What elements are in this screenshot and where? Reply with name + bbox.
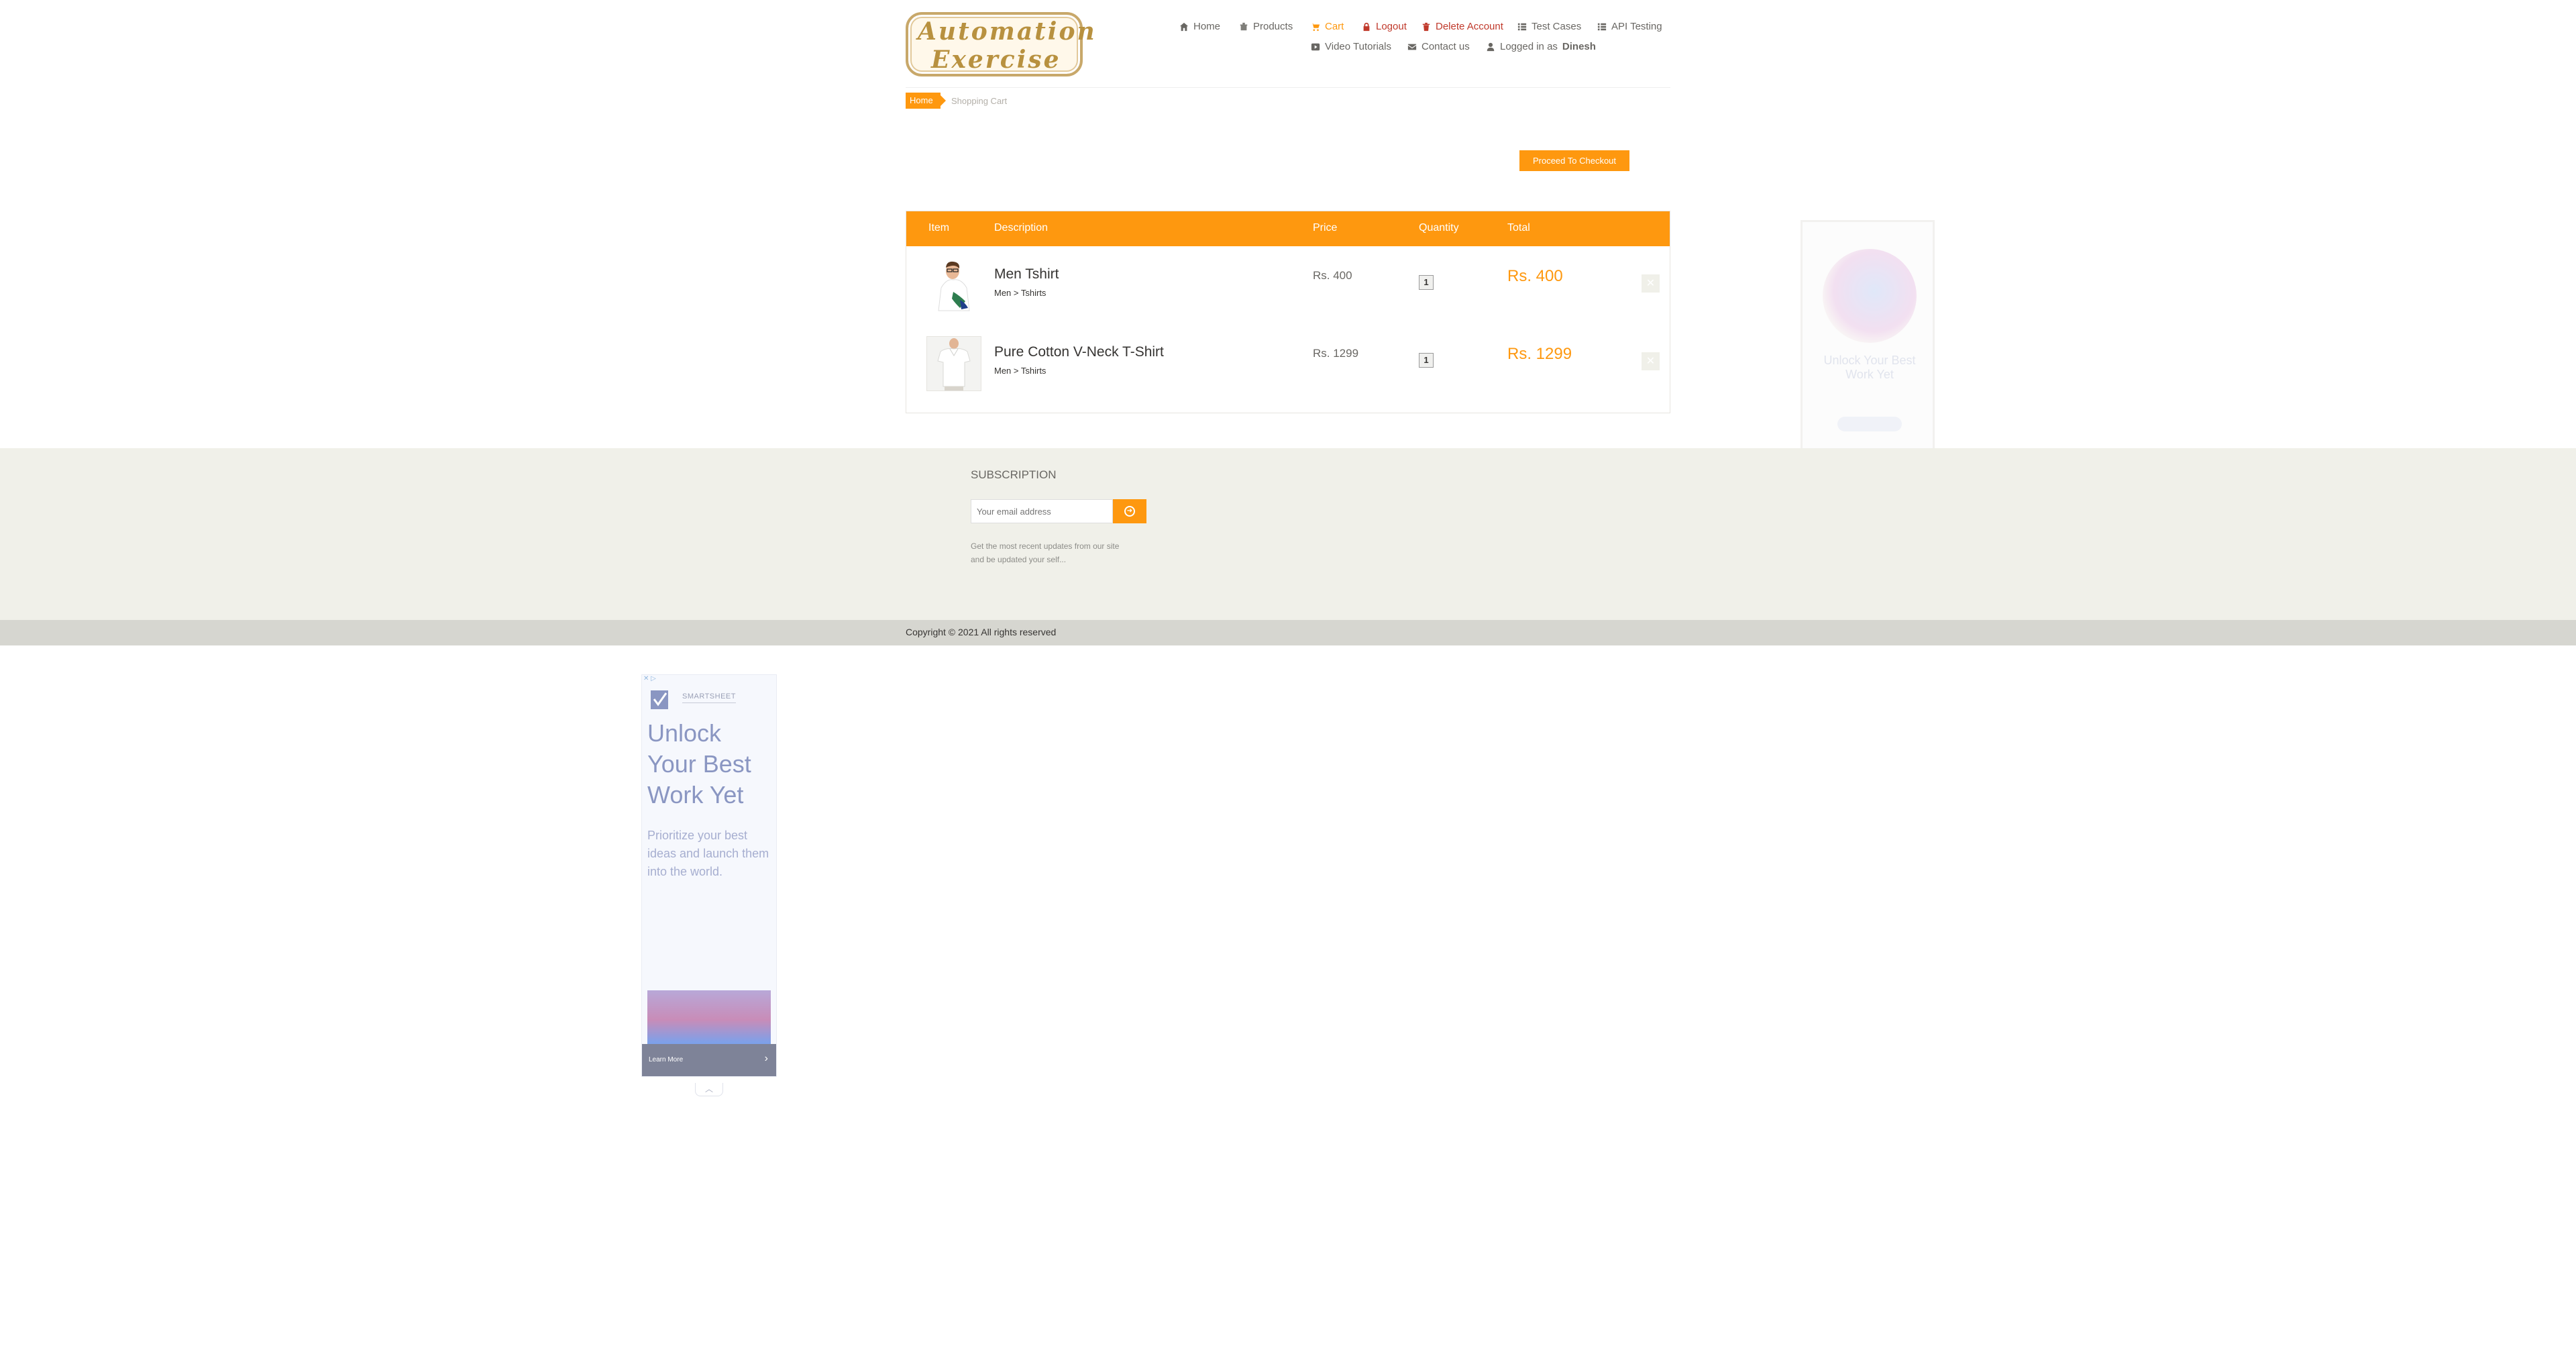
- ad-brand: SMARTSHEET: [682, 692, 736, 703]
- home-icon: [1179, 22, 1189, 31]
- nav-delete-account-label: Delete Account: [1436, 21, 1503, 32]
- header-divider: [906, 87, 1670, 88]
- copyright-text: Copyright © 2021 All rights reserved: [906, 627, 1057, 637]
- nav-test-cases-label: Test Cases: [1532, 21, 1582, 32]
- products-icon: [1240, 22, 1248, 30]
- product-name[interactable]: Pure Cotton V-Neck T-Shirt: [994, 344, 1164, 360]
- cart-table: Item Description Price Quantity Total Me…: [906, 211, 1670, 413]
- product-name[interactable]: Men Tshirt: [994, 266, 1059, 282]
- product-quantity: 1: [1419, 353, 1434, 368]
- cart-icon: [1311, 23, 1320, 31]
- nav-products-label: Products: [1253, 21, 1293, 32]
- nav-home-label: Home: [1193, 21, 1221, 32]
- nav-cart-label: Cart: [1325, 21, 1344, 32]
- cart-row: Pure Cotton V-Neck T-Shirt Men > Tshirts…: [906, 324, 1670, 402]
- nav-video-tutorials[interactable]: Video Tutorials: [1311, 41, 1391, 52]
- nav-api-testing[interactable]: API Testing: [1597, 21, 1662, 32]
- bottom-ad[interactable]: ✕ ▷ SMARTSHEET Unlock Your Best Work Yet…: [641, 674, 777, 1077]
- product-image[interactable]: [926, 336, 981, 391]
- ad-choices-icon[interactable]: ✕ ▷: [643, 675, 656, 682]
- chevron-right-icon: ›: [764, 1053, 768, 1064]
- header-item: Item: [928, 222, 950, 233]
- product-image[interactable]: [926, 258, 981, 313]
- subscription-email-input[interactable]: [971, 499, 1113, 523]
- nav-contact-us-label: Contact us: [1421, 41, 1470, 52]
- logo-line-1: Automation: [918, 17, 1097, 46]
- envelope-icon: [1407, 44, 1417, 50]
- nav-delete-account[interactable]: Delete Account: [1421, 21, 1503, 32]
- nav-contact-us[interactable]: Contact us: [1407, 41, 1470, 52]
- nav-logout[interactable]: Logout: [1362, 21, 1407, 32]
- breadcrumb-home[interactable]: Home: [906, 93, 946, 109]
- smartsheet-logo-icon: [651, 690, 668, 709]
- close-icon: ✕: [1646, 356, 1656, 367]
- lock-icon: [1363, 22, 1370, 31]
- nav-test-cases[interactable]: Test Cases: [1517, 21, 1581, 32]
- delete-item-button[interactable]: ✕: [1642, 274, 1660, 293]
- ad-cta-label: Learn More: [649, 1056, 684, 1063]
- side-ad-headline: Unlock Your Best Work Yet: [1823, 354, 1916, 381]
- ad-learn-more-button[interactable]: Learn More ›: [642, 1044, 776, 1076]
- logged-in-status: Logged in as Dinesh: [1486, 41, 1596, 52]
- trash-icon: [1422, 22, 1430, 31]
- subscribe-button[interactable]: ➜: [1113, 499, 1146, 523]
- logged-in-label: Logged in as: [1500, 41, 1558, 52]
- product-category: Men > Tshirts: [994, 288, 1046, 298]
- footer-widget: SUBSCRIPTION ➜ Get the most recent updat…: [0, 448, 2576, 620]
- product-total: Rs. 1299: [1507, 345, 1572, 363]
- list-icon: [1597, 23, 1607, 30]
- header-quantity: Quantity: [1419, 222, 1459, 233]
- site-logo[interactable]: Automation Exercise: [906, 12, 1095, 76]
- logo-line-2: Exercise: [931, 46, 1061, 74]
- header-total: Total: [1507, 222, 1530, 233]
- chevron-up-icon: ︿: [704, 1084, 713, 1094]
- ad-collapse-button[interactable]: ︿: [695, 1083, 723, 1096]
- header-price: Price: [1313, 222, 1338, 233]
- footer-bottom: Copyright © 2021 All rights reserved: [0, 620, 2576, 645]
- ad-illustration: [1823, 249, 1917, 343]
- product-price: Rs. 400: [1313, 269, 1352, 282]
- arrow-circle-right-icon: ➜: [1124, 506, 1135, 517]
- ad-headline: Unlock Your Best Work Yet: [647, 719, 751, 809]
- cart-row: Men Tshirt Men > Tshirts Rs. 400 1 Rs. 4…: [906, 246, 1670, 324]
- subscription-title: SUBSCRIPTION: [971, 468, 1057, 481]
- product-price: Rs. 1299: [1313, 347, 1359, 360]
- product-total: Rs. 400: [1507, 267, 1563, 285]
- nav-home[interactable]: Home: [1179, 21, 1220, 32]
- youtube-icon: [1311, 43, 1320, 50]
- username: Dinesh: [1562, 41, 1596, 52]
- list-icon: [1517, 23, 1527, 30]
- nav-logout-label: Logout: [1376, 21, 1407, 32]
- nav-products[interactable]: Products: [1239, 21, 1293, 32]
- side-ad[interactable]: Unlock Your Best Work Yet: [1801, 220, 1935, 458]
- product-category: Men > Tshirts: [994, 366, 1046, 376]
- user-icon: [1487, 42, 1495, 51]
- side-ad-button[interactable]: [1837, 417, 1902, 431]
- nav-video-tutorials-label: Video Tutorials: [1325, 41, 1391, 52]
- product-quantity: 1: [1419, 275, 1434, 290]
- close-icon: ✕: [1646, 278, 1656, 289]
- proceed-to-checkout-button[interactable]: Proceed To Checkout: [1519, 150, 1629, 171]
- ad-body: Prioritize your best ideas and launch th…: [647, 829, 769, 878]
- cart-table-header: Item Description Price Quantity Total: [906, 211, 1670, 246]
- nav-cart[interactable]: Cart: [1311, 21, 1344, 32]
- subscription-description: Get the most recent updates from our sit…: [971, 541, 1120, 564]
- header-description: Description: [994, 222, 1049, 233]
- nav-api-testing-label: API Testing: [1611, 21, 1662, 32]
- breadcrumb-current: Shopping Cart: [951, 96, 1008, 106]
- delete-item-button[interactable]: ✕: [1642, 352, 1660, 370]
